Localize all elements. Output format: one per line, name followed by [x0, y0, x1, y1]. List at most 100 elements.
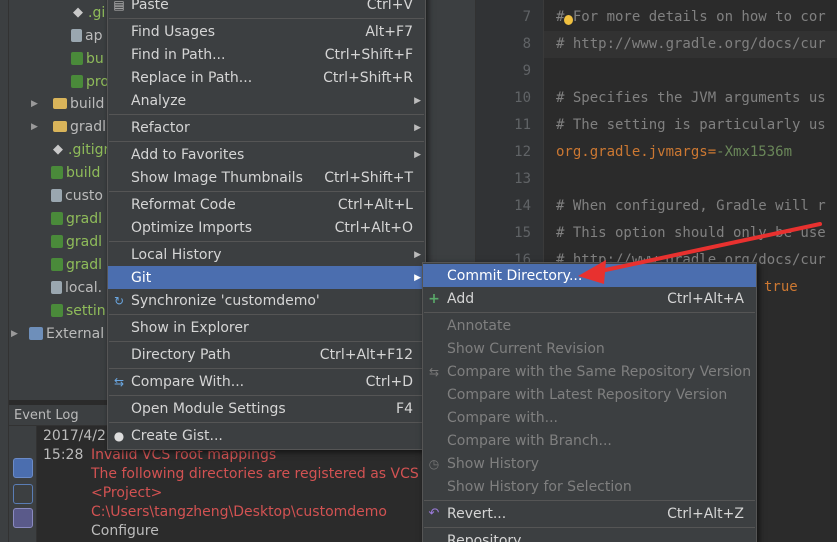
- line-number: 14: [514, 198, 531, 214]
- menu-item-compare-with[interactable]: ⇆ Compare With... Ctrl+D: [108, 370, 425, 393]
- submenu-arrow-icon: ▶: [414, 149, 421, 160]
- revert-icon: ↶: [428, 505, 440, 521]
- tree-row[interactable]: gradl: [51, 230, 102, 253]
- menu-item-git[interactable]: Git ▶: [108, 266, 425, 289]
- tree-row[interactable]: ◆ .gi: [71, 1, 105, 24]
- compare-icon: ⇆: [113, 374, 125, 389]
- tree-row[interactable]: ▶ gradl: [31, 115, 106, 138]
- plus-icon: +: [428, 290, 440, 307]
- gradle-file-icon: [51, 166, 63, 179]
- file-icon: [51, 189, 62, 202]
- gradle-file-icon: [51, 212, 63, 225]
- tree-row[interactable]: gradl: [51, 207, 102, 230]
- menu-separator: [109, 141, 424, 142]
- line-number: 7: [522, 9, 531, 25]
- menu-separator: [424, 527, 755, 528]
- menu-item-repository[interactable]: Repository: [423, 529, 756, 542]
- menu-item-create-gist[interactable]: ● Create Gist...: [108, 424, 425, 447]
- tree-row[interactable]: ▶ build: [31, 92, 104, 115]
- menu-item-open-module-settings[interactable]: Open Module Settings F4: [108, 397, 425, 420]
- tree-row[interactable]: settin: [51, 299, 106, 322]
- menu-separator: [424, 312, 755, 313]
- settings-icon[interactable]: [13, 484, 33, 504]
- file-icon: [51, 281, 62, 294]
- gradle-file-icon: [51, 304, 63, 317]
- menu-item-annotate[interactable]: Annotate: [423, 314, 756, 337]
- library-icon: [29, 327, 43, 340]
- menu-item-find-usages[interactable]: Find Usages Alt+F7: [108, 20, 425, 43]
- expand-arrow-icon[interactable]: ▶: [31, 99, 43, 109]
- code-line: # Specifies the JVM arguments us: [556, 90, 826, 106]
- sync-icon: ↻: [113, 293, 125, 308]
- event-log-toolbar: [9, 426, 37, 542]
- gradle-file-icon: [51, 235, 63, 248]
- line-number: 10: [514, 90, 531, 106]
- menu-separator: [109, 368, 424, 369]
- tree-row[interactable]: gradl: [51, 253, 102, 276]
- submenu-arrow-icon: ▶: [414, 122, 421, 133]
- menu-item-compare-with[interactable]: Compare with...: [423, 406, 756, 429]
- menu-item-reformat-code[interactable]: Reformat Code Ctrl+Alt+L: [108, 193, 425, 216]
- property-key: org.gradle.jvmargs: [556, 144, 708, 160]
- code-line: # When configured, Gradle will r: [556, 198, 826, 214]
- menu-item-show-in-explorer[interactable]: Show in Explorer: [108, 316, 425, 339]
- menu-item-replace-in-path[interactable]: Replace in Path... Ctrl+Shift+R: [108, 66, 425, 89]
- tree-row[interactable]: pro: [71, 70, 109, 93]
- menu-item-add[interactable]: + Add Ctrl+Alt+A: [423, 287, 756, 310]
- tree-row[interactable]: ▶ External: [11, 322, 104, 345]
- tree-row[interactable]: build: [51, 161, 100, 184]
- menu-item-analyze[interactable]: Analyze ▶: [108, 89, 425, 112]
- line-number: 9: [522, 63, 531, 79]
- git-submenu: Commit Directory... + Add Ctrl+Alt+A Annot…: [422, 262, 757, 542]
- tree-row[interactable]: local.: [51, 276, 102, 299]
- tree-row[interactable]: ap: [71, 24, 102, 47]
- submenu-arrow-icon: ▶: [414, 272, 421, 283]
- menu-item-show-image-thumbnails[interactable]: Show Image Thumbnails Ctrl+Shift+T: [108, 166, 425, 189]
- chat-bubble-icon[interactable]: [13, 458, 33, 478]
- gradle-file-icon: [51, 258, 63, 271]
- menu-separator: [109, 18, 424, 19]
- code-line-property: org.gradle.jvmargs=-Xmx1536m: [556, 144, 792, 160]
- menu-item-compare-with-branch[interactable]: Compare with Branch...: [423, 429, 756, 452]
- tree-row[interactable]: custo: [51, 184, 103, 207]
- menu-item-directory-path[interactable]: Directory Path Ctrl+Alt+F12: [108, 343, 425, 366]
- code-line: true: [764, 279, 798, 295]
- menu-item-commit-directory[interactable]: Commit Directory...: [423, 264, 756, 287]
- line-number: 11: [514, 117, 531, 133]
- layout-icon[interactable]: [13, 508, 33, 528]
- configure-link[interactable]: Configure: [91, 523, 159, 539]
- menu-separator: [109, 422, 424, 423]
- menu-item-show-current-revision[interactable]: Show Current Revision: [423, 337, 756, 360]
- menu-separator: [424, 500, 755, 501]
- tree-row[interactable]: ◆ .gitigr: [51, 138, 109, 161]
- git-file-icon: ◆: [73, 5, 83, 20]
- expand-arrow-icon[interactable]: ▶: [31, 122, 43, 132]
- menu-item-find-in-path[interactable]: Find in Path... Ctrl+Shift+F: [108, 43, 425, 66]
- menu-item-compare-same-repo-version[interactable]: ⇆ Compare with the Same Repository Versio…: [423, 360, 756, 383]
- menu-item-synchronize[interactable]: ↻ Synchronize 'customdemo': [108, 289, 425, 312]
- line-number: 15: [514, 225, 531, 241]
- paste-icon: ▤: [113, 0, 125, 12]
- event-message: C:\Users\tangzheng\Desktop\customdemo: [91, 504, 387, 520]
- code-line: # http://www.gradle.org/docs/cur: [556, 36, 826, 52]
- event-message: The following directories are registered…: [91, 466, 446, 482]
- menu-item-paste[interactable]: ▤ Paste Ctrl+V: [108, 0, 425, 16]
- tree-row[interactable]: bu: [71, 47, 104, 70]
- expand-arrow-icon[interactable]: ▶: [11, 329, 23, 339]
- menu-item-add-to-favorites[interactable]: Add to Favorites ▶: [108, 143, 425, 166]
- submenu-arrow-icon: ▶: [414, 249, 421, 260]
- line-number: 8: [522, 36, 531, 52]
- event-message: <Project>: [91, 485, 163, 501]
- menu-item-optimize-imports[interactable]: Optimize Imports Ctrl+Alt+O: [108, 216, 425, 239]
- menu-item-revert[interactable]: ↶ Revert... Ctrl+Alt+Z: [423, 502, 756, 525]
- menu-item-show-history[interactable]: ◷ Show History: [423, 452, 756, 475]
- menu-separator: [109, 395, 424, 396]
- menu-item-show-history-selection[interactable]: Show History for Selection: [423, 475, 756, 498]
- code-line: # The setting is particularly us: [556, 117, 826, 133]
- menu-item-local-history[interactable]: Local History ▶: [108, 243, 425, 266]
- menu-item-compare-latest-repo-version[interactable]: Compare with Latest Repository Version: [423, 383, 756, 406]
- lightbulb-icon[interactable]: [564, 15, 573, 25]
- event-time: 15:28: [43, 447, 84, 463]
- menu-item-refactor[interactable]: Refactor ▶: [108, 116, 425, 139]
- folder-icon: [53, 98, 67, 109]
